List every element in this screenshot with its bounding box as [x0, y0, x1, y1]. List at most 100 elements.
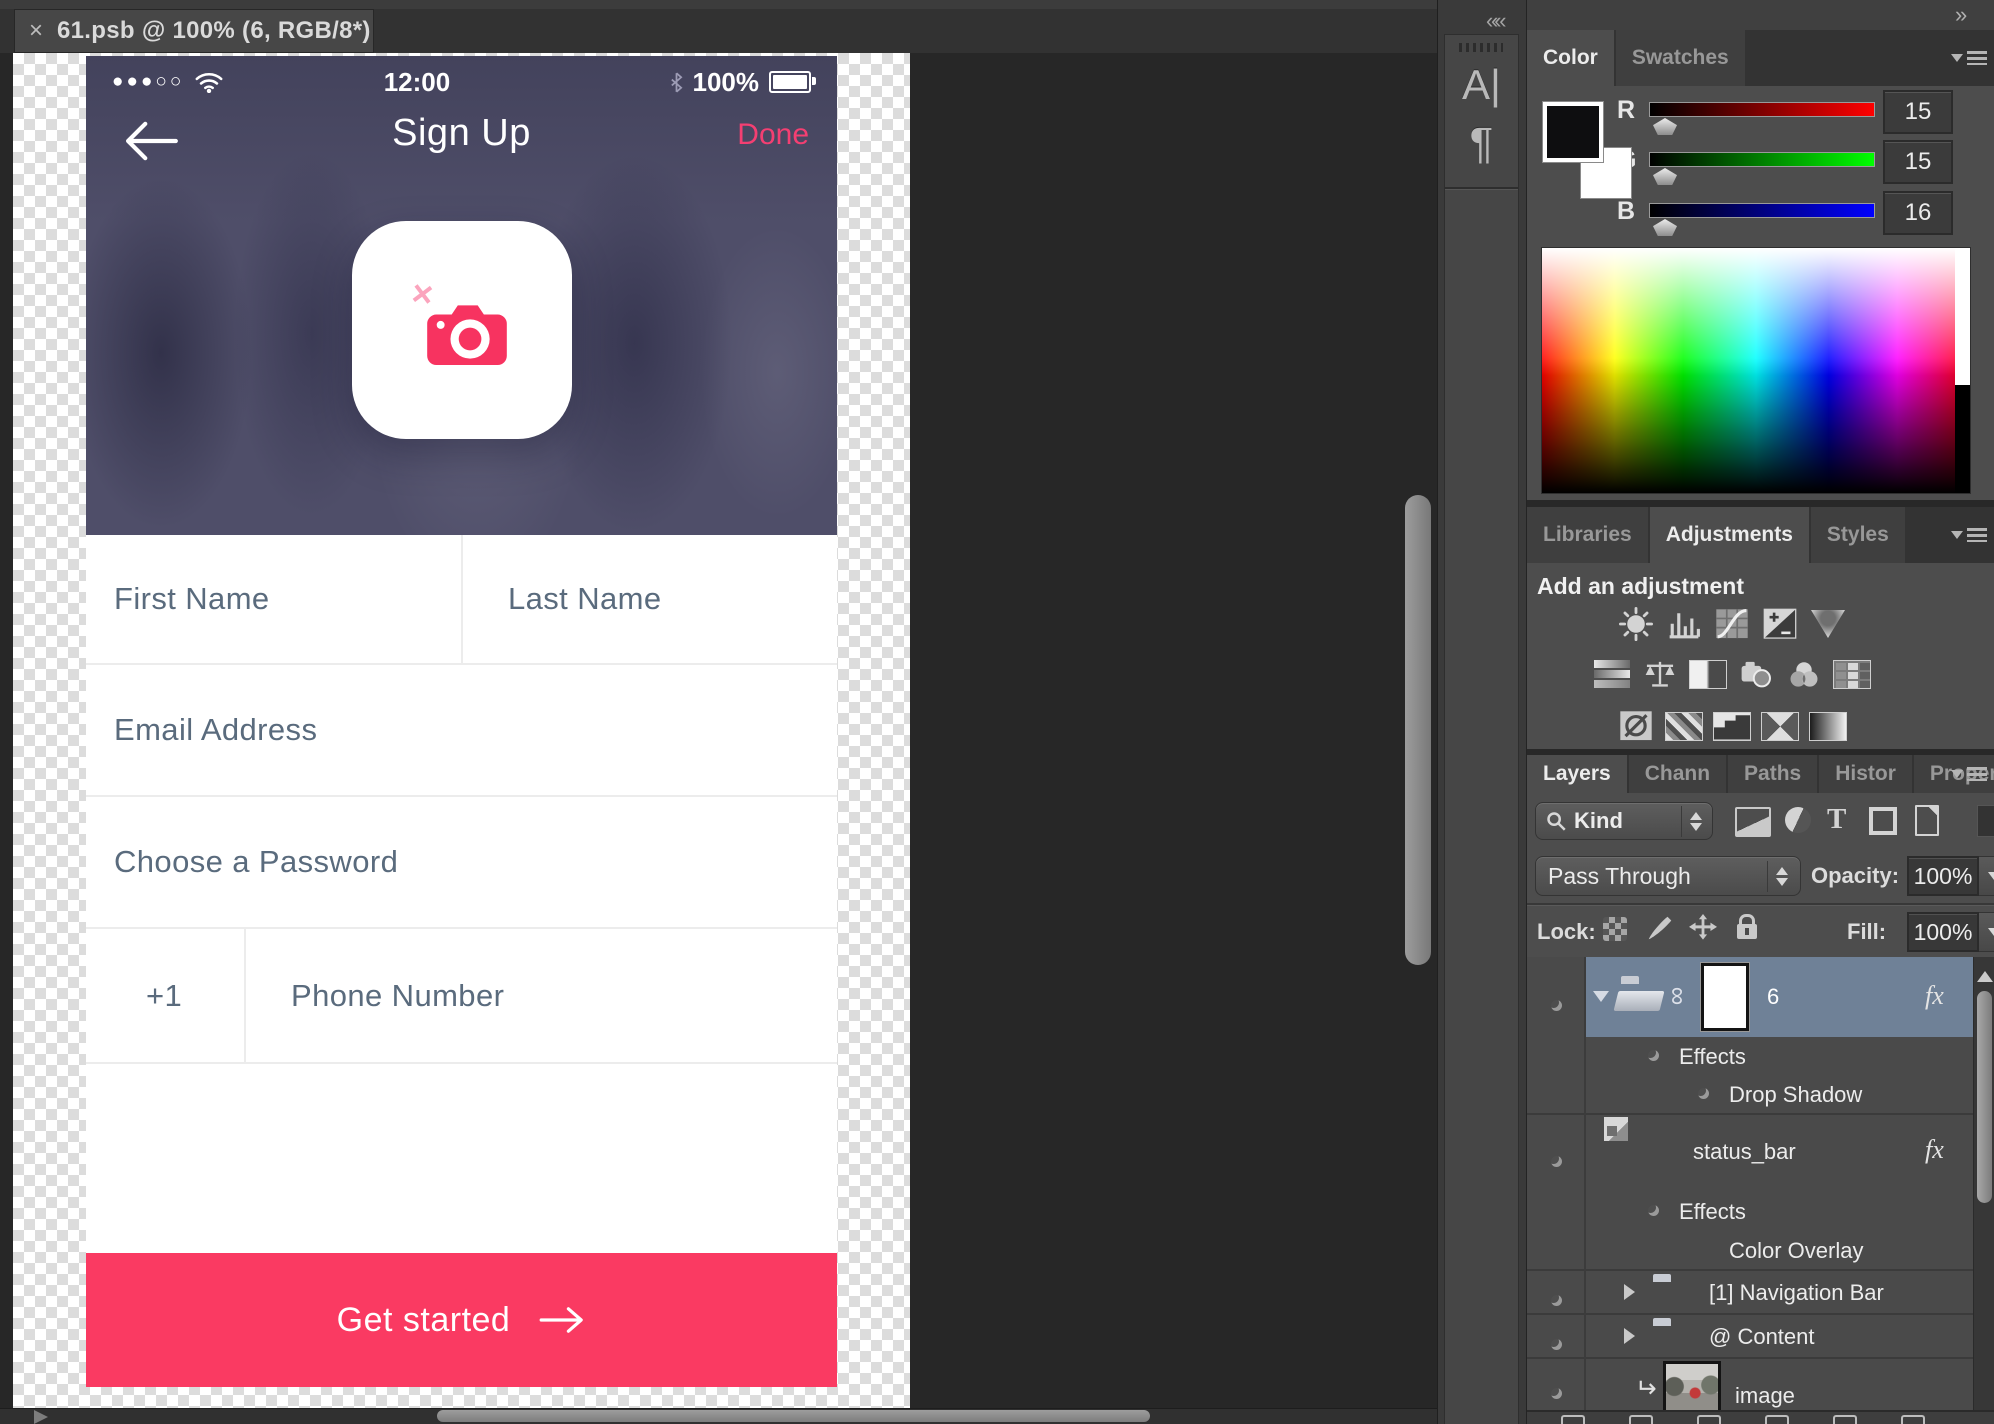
- layer-row-content[interactable]: @ Content: [1527, 1315, 1973, 1357]
- tab-history[interactable]: Histor: [1819, 755, 1912, 793]
- tab-paths[interactable]: Paths: [1728, 755, 1817, 793]
- dropdown-arrow-icon[interactable]: [1979, 856, 1994, 896]
- document-vertical-scrollbar[interactable]: [1405, 495, 1431, 965]
- layer-style-icon[interactable]: [1629, 1415, 1653, 1424]
- layer-row-status-bar[interactable]: status_bar fx: [1527, 1115, 1973, 1190]
- filter-adjustment-layers-icon[interactable]: [1785, 807, 1811, 833]
- filter-smart-objects-icon[interactable]: [1915, 805, 1939, 836]
- blue-value-box[interactable]: 16: [1883, 191, 1953, 235]
- blue-slider-track[interactable]: [1649, 203, 1875, 218]
- tab-channels[interactable]: Chann: [1629, 755, 1726, 793]
- layer-name[interactable]: image: [1735, 1383, 1795, 1409]
- scroll-arrow-icon[interactable]: [34, 1410, 48, 1424]
- photo-filter-icon[interactable]: [1735, 653, 1777, 695]
- black-white-icon[interactable]: [1687, 653, 1729, 695]
- curves-icon[interactable]: [1711, 603, 1753, 645]
- lock-pixels-icon[interactable]: [1645, 913, 1675, 948]
- disclosure-closed-icon[interactable]: [1624, 1284, 1643, 1300]
- fill-value[interactable]: 100%: [1907, 912, 1979, 952]
- layer-name[interactable]: 6: [1767, 984, 1779, 1010]
- collapsed-panel-dock: «« A| ¶: [1437, 0, 1527, 1424]
- fx-badge[interactable]: fx: [1925, 1135, 1944, 1165]
- red-slider-track[interactable]: [1649, 102, 1875, 117]
- green-value-box[interactable]: 15: [1883, 140, 1953, 184]
- filter-shape-layers-icon[interactable]: [1869, 807, 1897, 835]
- paragraph-panel-icon[interactable]: ¶: [1445, 119, 1518, 169]
- scroll-up-icon[interactable]: [1977, 963, 1993, 982]
- dropdown-arrow-icon[interactable]: [1979, 912, 1994, 952]
- disclosure-open-icon[interactable]: [1593, 991, 1609, 1010]
- kind-filter-dropdown[interactable]: Kind: [1535, 802, 1713, 840]
- layer-name[interactable]: @ Content: [1709, 1324, 1815, 1350]
- lock-transparency-icon[interactable]: [1603, 917, 1627, 941]
- drop-shadow-label: Drop Shadow: [1729, 1082, 1862, 1108]
- blend-mode-dropdown[interactable]: Pass Through: [1535, 856, 1801, 896]
- layer-row-navigation-bar[interactable]: [1] Navigation Bar: [1527, 1271, 1973, 1313]
- expand-panels-icon[interactable]: »: [1955, 2, 1963, 28]
- disclosure-closed-icon[interactable]: [1624, 1328, 1643, 1344]
- fill-combo[interactable]: 100%: [1907, 912, 1994, 952]
- levels-icon[interactable]: [1663, 603, 1705, 645]
- selective-color-icon[interactable]: [1759, 705, 1801, 747]
- color-overlay-label: Color Overlay: [1729, 1238, 1863, 1264]
- drop-shadow-row[interactable]: Drop Shadow: [1527, 1075, 1973, 1113]
- opacity-combo[interactable]: 100%: [1907, 856, 1994, 896]
- new-adjustment-icon[interactable]: [1765, 1415, 1789, 1424]
- panel-menu-icon[interactable]: [1951, 48, 1987, 68]
- color-balance-icon[interactable]: [1639, 653, 1681, 695]
- lock-all-icon[interactable]: [1737, 924, 1757, 939]
- layer-thumbnail[interactable]: [1619, 1117, 1625, 1140]
- posterize-icon[interactable]: [1663, 705, 1705, 747]
- layer-mask-thumbnail[interactable]: [1701, 963, 1749, 1031]
- tab-layers[interactable]: Layers: [1527, 755, 1627, 793]
- link-layers-icon[interactable]: [1561, 1415, 1585, 1424]
- layer-name[interactable]: status_bar: [1693, 1139, 1796, 1165]
- layer-row-6[interactable]: ∞ 6 fx: [1527, 957, 1973, 1037]
- vibrance-icon[interactable]: [1807, 603, 1849, 645]
- delete-layer-icon[interactable]: [1901, 1415, 1925, 1424]
- green-slider-thumb[interactable]: [1653, 168, 1677, 185]
- spectrum-value-strip[interactable]: [1955, 248, 1970, 493]
- character-panel-icon[interactable]: A|: [1445, 61, 1518, 109]
- layer-row-image[interactable]: ↵ image: [1527, 1359, 1973, 1410]
- hue-saturation-icon[interactable]: [1591, 653, 1633, 695]
- red-slider-thumb[interactable]: [1653, 118, 1677, 135]
- foreground-color-swatch[interactable]: [1543, 102, 1603, 162]
- brightness-contrast-icon[interactable]: [1615, 603, 1657, 645]
- layers-scrollbar-thumb[interactable]: [1977, 991, 1992, 1203]
- filter-type-layers-icon[interactable]: T: [1827, 803, 1846, 836]
- collapse-panels-icon[interactable]: ««: [1486, 8, 1503, 34]
- tab-swatches[interactable]: Swatches: [1616, 30, 1745, 86]
- green-slider-track[interactable]: [1649, 152, 1875, 167]
- fx-badge[interactable]: fx: [1925, 981, 1944, 1011]
- filter-toggle-switch[interactable]: [1977, 805, 1994, 837]
- panel-menu-icon[interactable]: [1951, 764, 1987, 784]
- layer-thumbnail[interactable]: [1663, 1361, 1721, 1417]
- red-value-box[interactable]: 15: [1883, 90, 1953, 134]
- mask-link-icon[interactable]: ∞: [1665, 987, 1691, 1006]
- invert-icon[interactable]: [1615, 705, 1657, 747]
- new-group-icon[interactable]: [1833, 1415, 1857, 1424]
- effects-row[interactable]: Effects: [1527, 1037, 1973, 1075]
- filter-pixel-layers-icon[interactable]: [1735, 807, 1771, 837]
- add-mask-icon[interactable]: [1697, 1415, 1721, 1424]
- layer-name[interactable]: [1] Navigation Bar: [1709, 1280, 1884, 1306]
- tab-color[interactable]: Color: [1527, 30, 1614, 86]
- lock-position-icon[interactable]: [1689, 914, 1717, 947]
- document-horizontal-scrollbar[interactable]: [437, 1410, 1150, 1422]
- document-tab[interactable]: × 61.psb @ 100% (6, RGB/8*): [14, 9, 374, 53]
- document-canvas[interactable]: ●●●○○ 12:00 100%: [13, 53, 910, 1408]
- opacity-value[interactable]: 100%: [1907, 856, 1979, 896]
- blue-slider-thumb[interactable]: [1653, 219, 1677, 236]
- gradient-map-icon[interactable]: [1807, 705, 1849, 747]
- threshold-icon[interactable]: [1711, 705, 1753, 747]
- panel-grip-icon[interactable]: [1459, 43, 1503, 52]
- effects-row[interactable]: Effects: [1527, 1190, 1973, 1232]
- color-lookup-icon[interactable]: [1831, 653, 1873, 695]
- color-spectrum[interactable]: [1541, 247, 1971, 494]
- exposure-icon[interactable]: [1759, 603, 1801, 645]
- layers-scrollbar[interactable]: [1973, 957, 1994, 1410]
- channel-mixer-icon[interactable]: [1783, 653, 1825, 695]
- color-overlay-row[interactable]: Color Overlay: [1527, 1232, 1973, 1269]
- close-tab-icon[interactable]: ×: [29, 19, 43, 43]
